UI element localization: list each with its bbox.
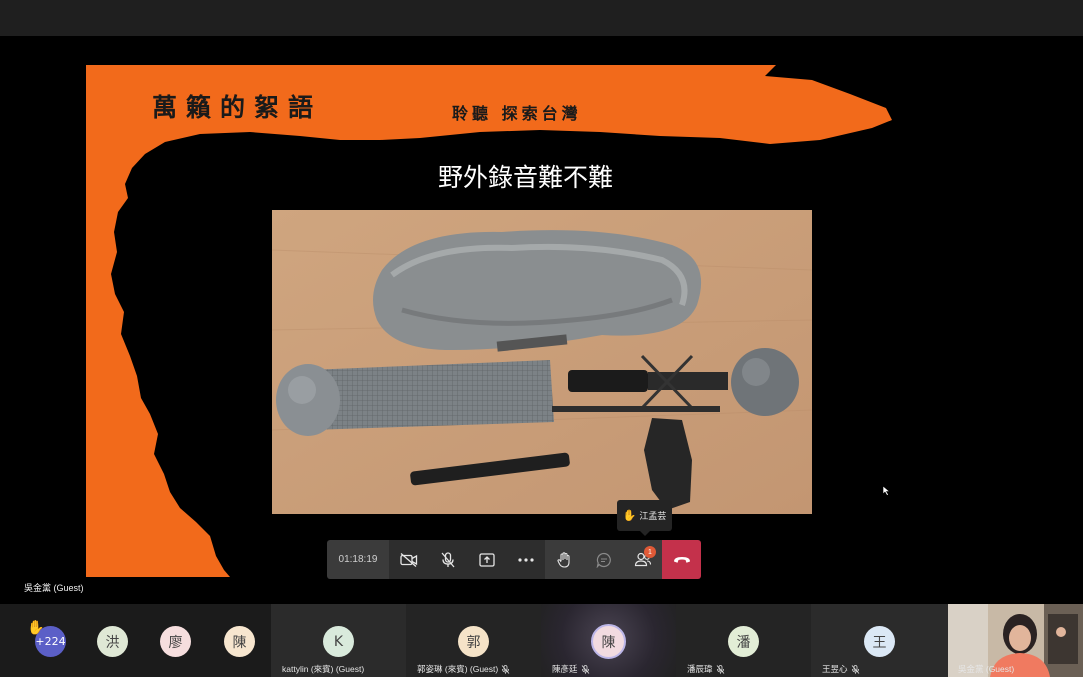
chat-icon [596,552,611,568]
raised-hand-icon: ✋ [622,510,637,522]
raised-hand-name: 江孟芸 [639,511,667,521]
avatar[interactable]: 陳 [224,626,255,657]
participant-tile[interactable]: 潘 潘辰瑋 [676,604,811,677]
avatar-initial: 廖 [168,634,183,651]
camera-off-icon [399,552,417,567]
hand-raised-icon: ✋ [27,620,45,636]
participant-name-text: 郭姿琳 (來賓) (Guest) [417,664,499,674]
media-controls [389,540,545,579]
participant-name: 王昱心 [822,663,860,675]
avatar-initial: 陳 [601,634,616,651]
mic-off-icon [441,551,454,567]
avatar[interactable]: 洪 [97,626,128,657]
participant-tile[interactable]: K kattylin (來賓) (Guest) [271,604,406,677]
participant-tile[interactable]: 郭 郭姿琳 (來賓) (Guest) [406,604,541,677]
participants-button[interactable]: 1 [623,540,662,579]
top-bar [0,0,1083,36]
slide-subtitle: 聆聽 探索台灣 [452,104,582,123]
avatar-initial: 王 [872,634,887,651]
slide-title: 萬籟的絮語 [152,93,323,122]
presenter-name: 吳金黨 (Guest) [24,583,84,593]
overflow-count: +224 [35,635,66,648]
mic-mute-button[interactable] [428,540,467,579]
raised-hand-tooltip: ✋ 江孟芸 [617,500,672,536]
avatar-initial: K [333,633,344,650]
share-screen-button[interactable] [467,540,506,579]
mic-muted-icon [851,664,859,674]
slide-heading: 野外錄音難不難 [438,163,614,192]
avatar: 郭 [458,626,489,657]
overflow-participants: +224 ✋ 洪 廖 陳 [0,604,271,677]
participant-tile-speaking[interactable]: 陳 陳彥廷 [541,604,676,677]
avatar: 陳 [591,624,626,659]
participant-name-text: 潘辰瑋 [687,664,713,674]
avatar: 王 [864,626,895,657]
more-icon [517,557,534,562]
shared-screen: 萬籟的絮語 聆聽 探索台灣 野外錄音難不難 吳金黨 (Guest) ✋ 江孟芸 … [0,36,1083,604]
microphone-equipment-photo [272,210,812,514]
avatar: 潘 [728,626,759,657]
participant-name: 陳彥廷 [552,663,590,675]
leave-call-button[interactable] [662,540,701,579]
meeting-controls-bar: 01:18:19 1 [327,540,701,579]
mouse-cursor-icon [883,486,891,496]
avatar-initial: 洪 [105,634,120,651]
participants-strip: +224 ✋ 洪 廖 陳 K kattylin (來賓) (Guest) 郭 郭… [0,604,1083,677]
participant-name-text: 王昱心 [822,664,848,674]
mic-muted-icon [716,664,724,674]
avatar-initial: 潘 [736,634,751,651]
avatar-initial: 郭 [466,634,481,651]
self-name-text: 吳金黨 (Guest) [958,664,1015,674]
avatar[interactable]: 廖 [160,626,191,657]
participant-name-text: 陳彥廷 [552,664,578,674]
mic-muted-icon [501,664,510,674]
self-name: 吳金黨 (Guest) [958,663,1014,675]
interaction-controls: 1 [545,540,662,579]
teams-meeting-window: 萬籟的絮語 聆聽 探索台灣 野外錄音難不難 吳金黨 (Guest) ✋ 江孟芸 … [0,0,1083,677]
share-screen-icon [478,552,495,567]
participant-name: 潘辰瑋 [687,663,725,675]
raise-hand-button[interactable] [545,540,584,579]
raise-hand-icon [557,551,570,568]
avatar-initial: 陳 [232,634,247,651]
more-actions-button[interactable] [506,540,545,579]
participant-tile[interactable]: 王 王昱心 [811,604,948,677]
mic-muted-icon [581,664,589,674]
meeting-timer: 01:18:19 [327,540,389,579]
participant-name: kattylin (來賓) (Guest) [282,663,364,675]
participant-name-text: kattylin (來賓) (Guest) [282,664,365,674]
participants-badge: 1 [644,546,656,558]
avatar: K [323,626,354,657]
chat-button[interactable] [584,540,623,579]
participant-name: 郭姿琳 (來賓) (Guest) [417,663,510,675]
camera-off-button[interactable] [389,540,428,579]
self-video-tile[interactable]: 吳金黨 (Guest) [948,604,1083,677]
hang-up-icon [673,556,690,563]
